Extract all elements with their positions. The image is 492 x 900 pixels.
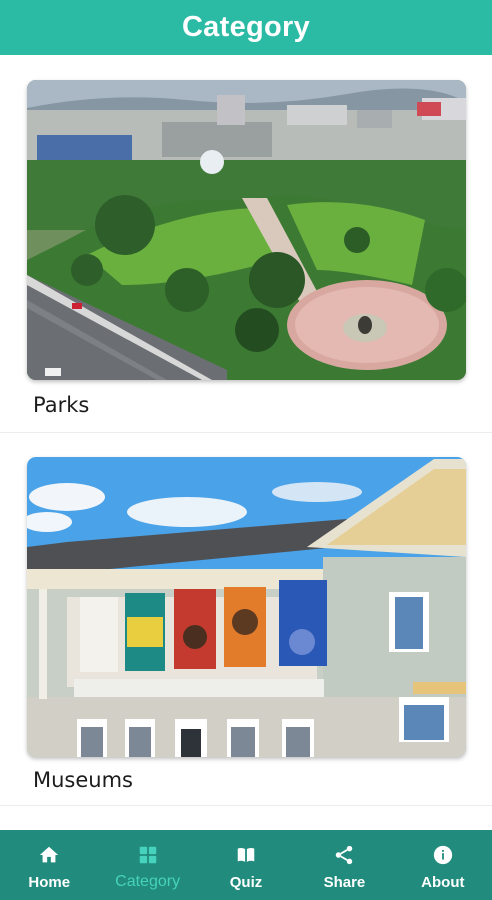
nav-label: Category [115, 873, 181, 890]
category-list[interactable]: Parks Museums [0, 55, 492, 830]
nav-item-category[interactable]: Category [98, 830, 196, 900]
nav-label: Home [28, 874, 71, 891]
museums-photo[interactable] [27, 457, 466, 757]
book-icon [237, 847, 255, 862]
app-header: Category [0, 0, 492, 55]
nav-label: About [421, 874, 465, 891]
home-icon [40, 846, 59, 863]
category-card-museums[interactable]: Museums [0, 433, 492, 806]
page-title: Category [181, 11, 311, 43]
info-icon [433, 845, 452, 865]
grid-icon [139, 846, 156, 864]
nav-item-about[interactable]: About [394, 830, 492, 900]
nav-item-home[interactable]: Home [0, 830, 98, 900]
category-label: Parks [33, 393, 90, 417]
nav-label: Share [323, 874, 366, 891]
bottom-navigation: Home Category Quiz Share About [0, 830, 492, 900]
share-icon [336, 845, 353, 865]
parks-photo[interactable] [27, 80, 466, 380]
nav-label: Quiz [229, 874, 263, 891]
category-card-parks[interactable]: Parks [0, 55, 492, 433]
nav-item-share[interactable]: Share [295, 830, 393, 900]
nav-item-quiz[interactable]: Quiz [197, 830, 295, 900]
category-label: Museums [33, 768, 133, 792]
